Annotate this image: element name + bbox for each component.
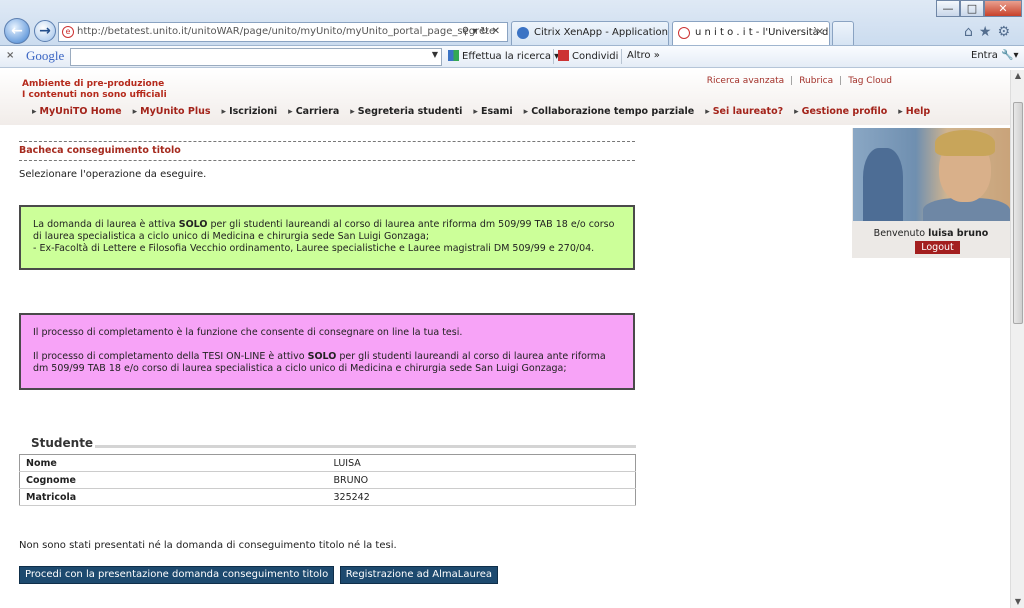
link-ricerca-avanzata[interactable]: Ricerca avanzata xyxy=(707,76,784,86)
student-table: Nome LUISA Cognome BRUNO Matricola 325242 xyxy=(19,454,636,506)
nav-item-sei-laureato[interactable]: Sei laureato? xyxy=(705,106,783,117)
nav-item-carriera[interactable]: Carriera xyxy=(288,106,340,117)
nav-item-myunito-plus[interactable]: MyUnito Plus xyxy=(133,106,210,117)
link-rubrica[interactable]: Rubrica xyxy=(799,76,833,86)
scroll-thumb[interactable] xyxy=(1013,102,1023,324)
close-toolbar-icon[interactable]: × xyxy=(6,50,14,61)
address-actions-icons[interactable]: ⚲▾↻✕ xyxy=(462,23,503,41)
proceed-application-button[interactable]: Procedi con la presentazione domanda con… xyxy=(19,566,335,584)
google-logo: Google xyxy=(26,48,65,63)
instruction-text: Selezionare l'operazione da eseguire. xyxy=(19,169,207,180)
table-row: Nome LUISA xyxy=(19,454,636,472)
notice-paragraph: La domanda di laurea è attiva SOLO per g… xyxy=(33,219,615,242)
home-favorites-settings-icons[interactable]: ⌂★⚙ xyxy=(964,24,1016,40)
top-links: Ricerca avanzata | Rubrica | Tag Cloud xyxy=(706,76,892,86)
notice-paragraph: Il processo di completamento è la funzio… xyxy=(33,327,463,338)
row-value: BRUNO xyxy=(327,471,636,489)
divider xyxy=(621,49,622,64)
tab-label: Citrix XenApp - Applications xyxy=(534,27,669,38)
new-tab-button[interactable] xyxy=(832,21,854,45)
section-title: Bacheca conseguimento titolo xyxy=(19,141,635,161)
maximize-button[interactable]: □ xyxy=(960,0,984,17)
nav-item-collaborazione-tempo-parziale[interactable]: Collaborazione tempo parziale xyxy=(524,106,694,117)
google-search-button[interactable]: Effettua la ricerca ▾ xyxy=(448,50,559,62)
close-tab-icon[interactable]: ✕ xyxy=(816,22,824,44)
google-search-input[interactable]: ▼ xyxy=(70,48,442,66)
google-toolbar: × Google ▼ Effettua la ricerca ▾ Condivi… xyxy=(0,46,1024,68)
address-bar[interactable]: e http://betatest.unito.it/unitoWAR/page… xyxy=(58,22,508,42)
row-label: Nome xyxy=(19,454,328,472)
search-icon xyxy=(448,50,459,61)
nav-item-myunito-home[interactable]: MyUniTO Home xyxy=(32,106,122,117)
tab-unito[interactable]: u n i t o . i t - l'Università di ... ✕ xyxy=(672,21,830,45)
notice-paragraph: Il processo di completamento della TESI … xyxy=(33,351,606,374)
nav-item-iscrizioni[interactable]: Iscrizioni xyxy=(222,106,277,117)
close-window-button[interactable]: ✕ xyxy=(984,0,1022,17)
tab-label: u n i t o . i t - l'Università di ... xyxy=(695,27,830,38)
tab-citrix[interactable]: Citrix XenApp - Applications xyxy=(511,21,669,45)
vertical-scrollbar[interactable]: ▲ ▼ xyxy=(1010,70,1024,608)
notice-box-pink: Il processo di completamento è la funzio… xyxy=(19,313,635,390)
citrix-icon xyxy=(517,27,529,39)
user-banner-photo xyxy=(853,128,1010,221)
notice-box-green: La domanda di laurea è attiva SOLO per g… xyxy=(19,205,635,270)
more-button[interactable]: Altro » xyxy=(627,50,660,61)
student-fieldset: Studente Nome LUISA Cognome BRUNO Matricol… xyxy=(19,436,636,506)
minimize-button[interactable]: — xyxy=(936,0,960,17)
chevron-down-icon[interactable]: ▼ xyxy=(432,50,438,59)
ie-page-icon: e xyxy=(62,26,74,38)
main-content: Bacheca conseguimento titolo Selezionare… xyxy=(19,141,635,180)
back-button[interactable]: ← xyxy=(4,18,30,44)
scroll-down-icon[interactable]: ▼ xyxy=(1012,596,1024,608)
scroll-up-icon[interactable]: ▲ xyxy=(1012,70,1024,82)
address-url: http://betatest.unito.it/unitoWAR/page/u… xyxy=(77,26,496,37)
table-row: Matricola 325242 xyxy=(19,488,636,506)
row-label: Cognome xyxy=(19,471,328,489)
unito-icon xyxy=(678,27,690,39)
nav-item-help[interactable]: Help xyxy=(898,106,930,117)
row-value: 325242 xyxy=(327,488,636,506)
nav-item-segreteria-studenti[interactable]: Segreteria studenti xyxy=(350,106,463,117)
status-note: Non sono stati presentati né la domanda … xyxy=(19,540,397,551)
signin-button[interactable]: Entra 🔧▾ xyxy=(971,50,1018,61)
divider xyxy=(553,49,554,64)
site-header: Ambiente di pre-produzione I contenuti n… xyxy=(0,69,1010,125)
notice-paragraph: - Ex-Facoltà di Lettere e Filosofia Vecc… xyxy=(33,243,595,254)
user-sidebar: Benvenuto luisa bruno Logout xyxy=(852,128,1010,258)
forward-button[interactable]: → xyxy=(34,20,56,42)
student-legend: Studente xyxy=(19,436,636,450)
link-tag-cloud[interactable]: Tag Cloud xyxy=(848,76,892,86)
share-icon xyxy=(558,50,569,61)
browser-titlebar: ← → e http://betatest.unito.it/unitoWAR/… xyxy=(0,0,1024,46)
nav-item-esami[interactable]: Esami xyxy=(473,106,513,117)
web-page: Ambiente di pre-produzione I contenuti n… xyxy=(0,69,1010,608)
logout-button[interactable]: Logout xyxy=(915,241,960,254)
almalaurea-registration-button[interactable]: Registrazione ad AlmaLaurea xyxy=(339,566,499,584)
row-value: LUISA xyxy=(327,454,636,472)
user-name: luisa bruno xyxy=(928,228,989,239)
main-navigation: MyUniTO Home MyUnito Plus Iscrizioni Carrie… xyxy=(32,106,941,117)
nav-item-gestione-profilo[interactable]: Gestione profilo xyxy=(794,106,888,117)
welcome-text: Benvenuto luisa bruno xyxy=(873,228,989,239)
action-buttons: Procedi con la presentazione domanda con… xyxy=(19,566,500,584)
row-label: Matricola xyxy=(19,488,328,506)
share-button[interactable]: Condividi xyxy=(558,50,618,62)
environment-notice: Ambiente di pre-produzione I contenuti n… xyxy=(22,79,167,100)
table-row: Cognome BRUNO xyxy=(19,471,636,489)
